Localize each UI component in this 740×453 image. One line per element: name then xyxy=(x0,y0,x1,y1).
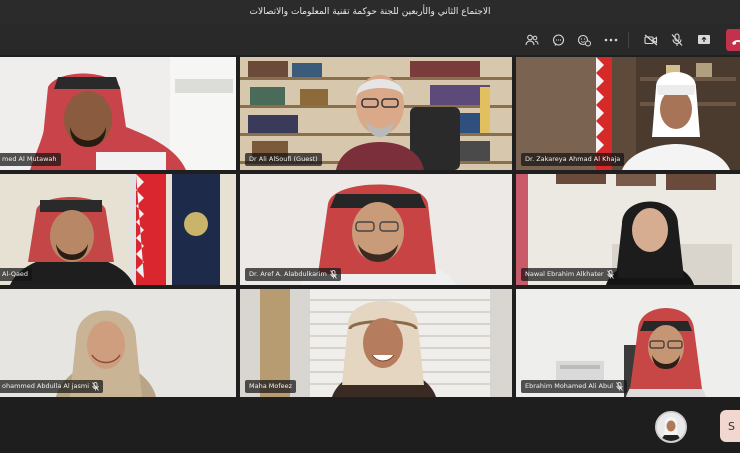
participant-name: Al-Qaed xyxy=(2,270,29,278)
participant-name: med Al Mutawah xyxy=(2,155,57,163)
video-tile[interactable]: ohammed Abdulla Al jasmi xyxy=(0,289,236,397)
video-tile[interactable]: med Al Mutawah xyxy=(0,57,236,170)
reactions-icon[interactable] xyxy=(574,30,594,50)
video-tile[interactable]: Nawal Ebrahim Alkhater xyxy=(516,174,740,285)
mic-muted-icon xyxy=(92,382,99,391)
camera-off-icon[interactable] xyxy=(641,30,661,50)
participant-name-label: Al-Qaed xyxy=(0,268,33,281)
video-tile[interactable]: Dr Ali AlSoufi (Guest) xyxy=(240,57,512,170)
more-options-icon[interactable] xyxy=(601,30,621,50)
participant-name: Dr. Zakareya Ahmad Al Khaja xyxy=(525,155,621,163)
video-tile[interactable]: Maha Mofeez xyxy=(240,289,512,397)
participant-name-label: Maha Mofeez xyxy=(245,380,297,393)
participant-name-label: Nawal Ebrahim Alkhater xyxy=(521,268,618,281)
participants-icon[interactable] xyxy=(522,30,542,50)
participant-name-label: Dr. Zakareya Ahmad Al Khaja xyxy=(521,153,625,166)
video-tile[interactable]: Dr. Zakareya Ahmad Al Khaja xyxy=(516,57,740,170)
participant-name-label: Dr. Aref A. Alabdulkarim xyxy=(245,268,341,281)
leave-call-button[interactable] xyxy=(726,29,740,51)
bottom-bar: S xyxy=(0,398,740,453)
share-screen-icon[interactable] xyxy=(694,30,714,50)
participant-name-label: med Al Mutawah xyxy=(0,153,61,166)
video-tile[interactable]: Ebrahim Mohamed Ali Abul xyxy=(516,289,740,397)
meeting-title: الاجتماع الثاني والأربعين للجنة حوكمة تق… xyxy=(249,7,491,17)
participant-name: Dr Ali AlSoufi (Guest) xyxy=(249,155,318,163)
mic-off-icon[interactable] xyxy=(667,30,687,50)
video-tile[interactable]: Dr. Aref A. Alabdulkarim xyxy=(240,174,512,285)
window-title-bar: الاجتماع الثاني والأربعين للجنة حوكمة تق… xyxy=(0,0,740,24)
participant-video xyxy=(0,174,236,285)
participant-name-label: ohammed Abdulla Al jasmi xyxy=(0,380,104,393)
self-view-avatar[interactable] xyxy=(655,411,687,443)
chat-icon[interactable] xyxy=(548,30,568,50)
mic-muted-icon xyxy=(616,382,623,391)
video-tile[interactable]: Al-Qaed xyxy=(0,174,236,285)
participant-name: Ebrahim Mohamed Ali Abul xyxy=(525,382,614,390)
meeting-toolbar xyxy=(0,24,740,56)
leave-call-icon xyxy=(731,31,740,50)
participant-name-label: Ebrahim Mohamed Ali Abul xyxy=(521,380,628,393)
participant-name: ohammed Abdulla Al jasmi xyxy=(2,382,90,390)
toolbar-divider xyxy=(628,32,629,48)
mic-muted-icon xyxy=(330,270,337,279)
participant-name-label: Dr Ali AlSoufi (Guest) xyxy=(245,153,322,166)
video-grid: med Al Mutawah Dr Ali AlSoufi (Guest) Dr… xyxy=(0,57,740,397)
side-panel-chip[interactable]: S xyxy=(720,410,740,442)
side-panel-chip-label: S xyxy=(728,419,735,433)
participant-name: Dr. Aref A. Alabdulkarim xyxy=(249,270,327,278)
mic-muted-icon xyxy=(606,270,614,279)
participant-name: Maha Mofeez xyxy=(249,382,293,390)
participant-name: Nawal Ebrahim Alkhater xyxy=(525,270,604,278)
